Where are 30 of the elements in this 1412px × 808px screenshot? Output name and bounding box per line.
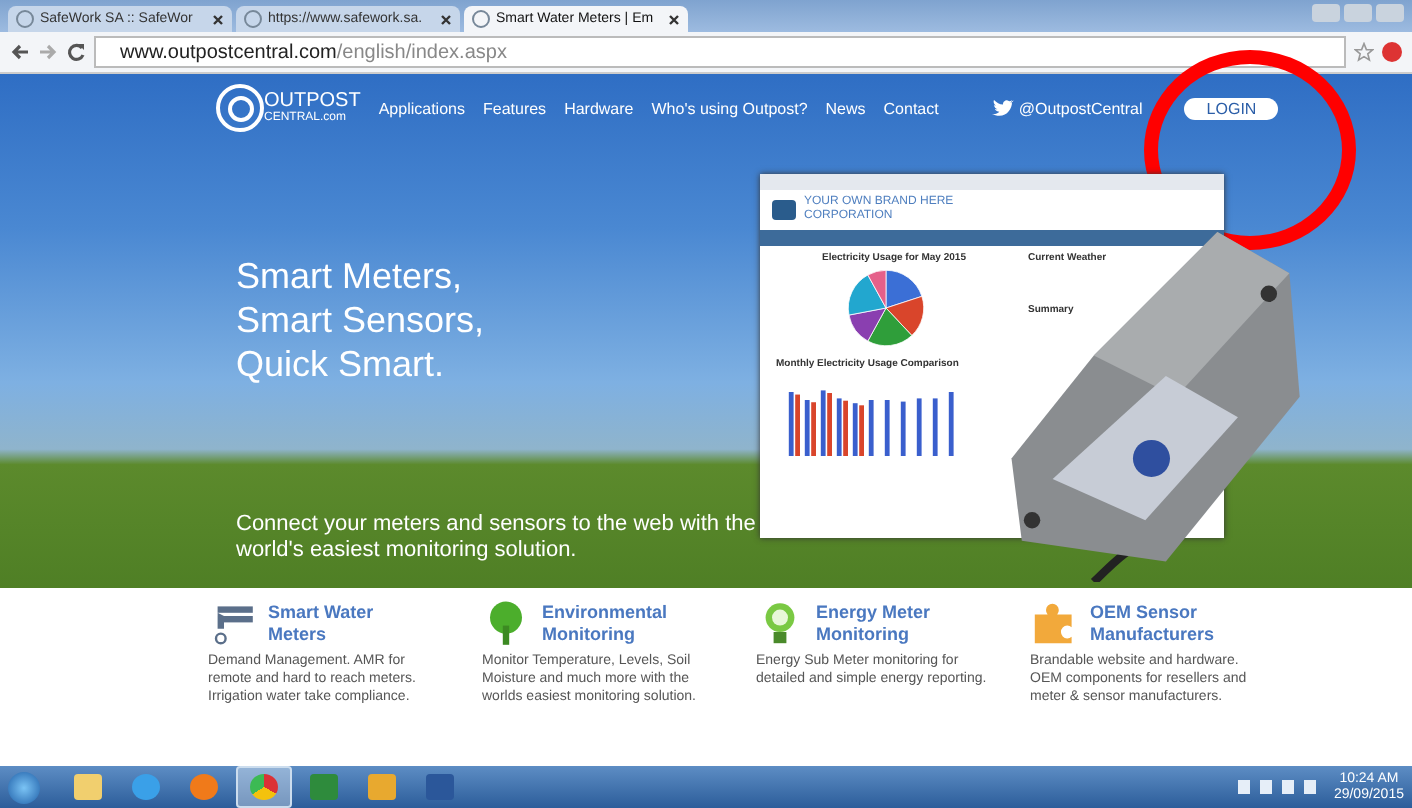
close-icon[interactable] [440,13,452,25]
start-button[interactable] [8,771,40,803]
brand-logo-icon [772,200,796,220]
nav-link[interactable]: News [825,99,866,117]
forward-icon[interactable] [38,42,58,62]
pie-chart-drawing [842,264,930,352]
feature-title[interactable]: Environmental Monitoring [542,602,702,646]
back-icon[interactable] [10,42,30,62]
reload-icon[interactable] [66,42,86,62]
nav-link[interactable]: Who's using Outpost? [651,99,808,117]
close-icon[interactable] [212,13,224,25]
login-button[interactable]: LOGIN [1184,97,1279,119]
feature-title[interactable]: Energy Meter Monitoring [816,602,976,646]
nav-link[interactable]: Contact [883,99,939,117]
star-icon[interactable] [1354,42,1374,62]
feature-title[interactable]: OEM Sensor Manufacturers [1090,602,1250,646]
close-icon[interactable] [668,13,680,25]
bird-icon [992,99,1015,117]
hero-headline: Smart Meters, Smart Sensors, Quick Smart. [236,254,487,386]
system-tray-icon[interactable] [1237,780,1316,794]
puzzle-piece-icon [1030,600,1078,648]
nav-link[interactable]: Hardware [564,99,634,117]
feature-title[interactable]: Smart Water Meters [268,602,428,646]
nav-link[interactable]: Applications [378,99,465,117]
extension-icon[interactable] [1382,42,1402,62]
twitter-link[interactable]: @OutpostCentral [1018,99,1143,117]
address-field[interactable]: www.outpostcentral.com/english/index.aspx [94,36,1346,68]
nav-link[interactable]: Features [482,99,547,117]
chrome-icon[interactable] [236,766,292,808]
hero-tagline: Connect your meters and sensors to the web with the world's easiest monitoring solution. [236,512,756,564]
